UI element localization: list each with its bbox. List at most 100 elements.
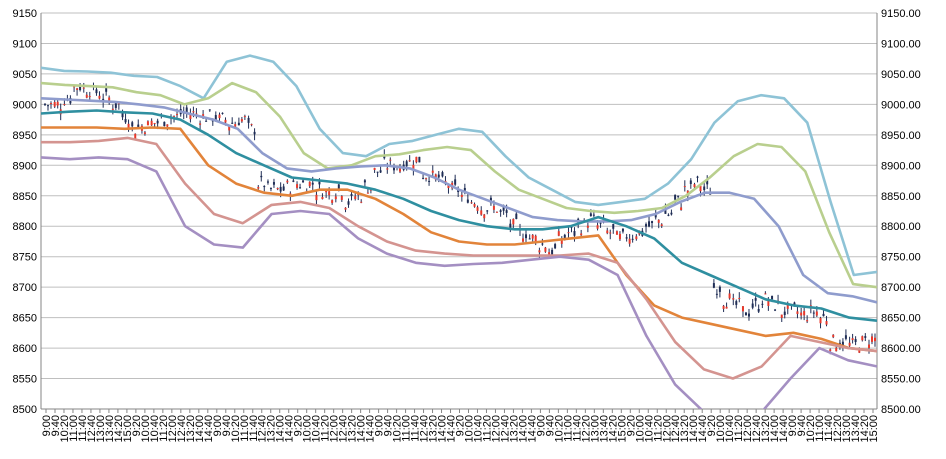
y-tick-label-right: 8700.00 bbox=[881, 282, 921, 294]
y-tick-label-left: 9100 bbox=[13, 38, 37, 50]
candle-body bbox=[693, 184, 696, 188]
candle-body bbox=[114, 102, 117, 108]
candle-body bbox=[386, 168, 389, 170]
candle-body bbox=[599, 222, 602, 224]
candle-body bbox=[308, 181, 311, 187]
candle-body bbox=[832, 334, 835, 338]
candle-body bbox=[63, 104, 66, 106]
candle-body bbox=[732, 298, 735, 300]
candle-body bbox=[722, 305, 725, 309]
candle-body bbox=[718, 286, 721, 292]
candle-body bbox=[85, 94, 88, 98]
candle-body bbox=[176, 114, 179, 116]
candle-body bbox=[499, 210, 502, 212]
candle-body bbox=[344, 207, 347, 210]
y-tick-label-left: 8900 bbox=[13, 160, 37, 172]
candle-body bbox=[757, 308, 760, 312]
y-tick-label-right: 8750.00 bbox=[881, 252, 921, 264]
y-tick-label-right: 9050.00 bbox=[881, 69, 921, 81]
candle-body bbox=[822, 313, 825, 317]
candle-body bbox=[379, 170, 382, 173]
candle-body bbox=[131, 122, 134, 127]
candle-body bbox=[854, 339, 857, 342]
y-tick-label-right: 8900.00 bbox=[881, 160, 921, 172]
candle-body bbox=[615, 231, 618, 235]
candle-body bbox=[874, 337, 876, 342]
candle-body bbox=[250, 124, 253, 126]
y-tick-label-left: 8850 bbox=[13, 191, 37, 203]
candle-body bbox=[771, 295, 774, 300]
y-tick-label-left: 9050 bbox=[13, 69, 37, 81]
candle-body bbox=[625, 237, 628, 239]
candle-body bbox=[674, 194, 677, 200]
candle-body bbox=[486, 210, 489, 212]
candle-body bbox=[199, 123, 202, 125]
x-tick-label: 15:00 bbox=[868, 415, 880, 443]
candle-body bbox=[589, 213, 592, 216]
candle-body bbox=[670, 212, 673, 215]
candle-body bbox=[331, 200, 334, 203]
candle-body bbox=[354, 196, 357, 200]
candle-body bbox=[408, 160, 411, 162]
candle-body bbox=[121, 113, 124, 118]
candle-body bbox=[269, 188, 272, 190]
candle-body bbox=[470, 202, 473, 204]
candle-body bbox=[741, 306, 744, 312]
candle-body bbox=[415, 156, 418, 163]
y-tick-label-left: 8950 bbox=[13, 130, 37, 142]
candle-body bbox=[95, 89, 98, 94]
y-tick-label-left: 9000 bbox=[13, 99, 37, 111]
candle-body bbox=[683, 186, 686, 188]
candle-body bbox=[512, 218, 515, 225]
candle-body bbox=[580, 233, 583, 236]
candle-body bbox=[260, 175, 263, 178]
candle-body bbox=[609, 232, 612, 234]
candle-body bbox=[628, 238, 631, 244]
candle-body bbox=[483, 214, 486, 219]
candle-body bbox=[586, 225, 589, 228]
candle-body bbox=[844, 335, 847, 339]
y-tick-label-left: 8550 bbox=[13, 374, 37, 386]
candle-body bbox=[347, 201, 350, 205]
candle-body bbox=[480, 210, 483, 215]
candle-body bbox=[231, 122, 234, 124]
candle-body bbox=[76, 88, 79, 91]
candle-body bbox=[554, 244, 557, 249]
candle-body bbox=[725, 306, 728, 309]
candle-body bbox=[150, 120, 153, 126]
candle-body bbox=[389, 159, 392, 161]
candle-body bbox=[321, 196, 324, 200]
candle-body bbox=[460, 194, 463, 198]
candle-body bbox=[835, 347, 838, 352]
candle-body bbox=[618, 233, 621, 240]
candle-body bbox=[47, 105, 49, 107]
candle-body bbox=[635, 236, 638, 240]
y-tick-label-left: 8500 bbox=[13, 404, 37, 416]
candle-body bbox=[50, 103, 52, 105]
y-tick-label-right: 9000.00 bbox=[881, 99, 921, 111]
candle-body bbox=[156, 120, 159, 124]
candle-body bbox=[871, 336, 873, 342]
candle-body bbox=[422, 177, 425, 179]
candle-body bbox=[567, 232, 570, 234]
candle-body bbox=[221, 112, 224, 114]
candle-body bbox=[712, 283, 715, 288]
candle-body bbox=[53, 101, 56, 107]
candle-body bbox=[696, 176, 699, 178]
candle-body bbox=[214, 115, 217, 120]
candle-body bbox=[98, 95, 101, 99]
candle-body bbox=[237, 122, 240, 126]
candle-body bbox=[473, 203, 476, 207]
candle-body bbox=[800, 312, 803, 316]
candle-body bbox=[318, 181, 321, 185]
y-tick-label-left: 8600 bbox=[13, 343, 37, 355]
candle-body bbox=[689, 180, 692, 185]
candle-body bbox=[376, 171, 379, 173]
y-tick-label-left: 9150 bbox=[13, 8, 37, 20]
candle-body bbox=[299, 187, 302, 189]
candle-body bbox=[243, 116, 246, 118]
candle-body bbox=[677, 195, 680, 197]
candle-body bbox=[819, 317, 822, 324]
candle-body bbox=[796, 311, 799, 314]
candle-body bbox=[192, 111, 195, 113]
